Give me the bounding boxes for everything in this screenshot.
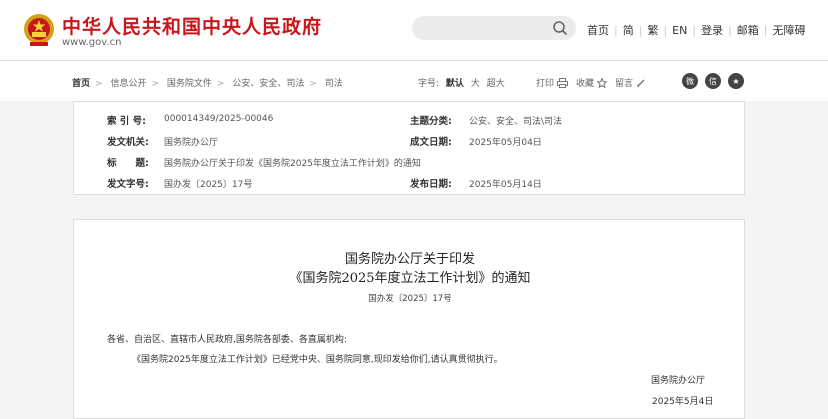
nav-traditional[interactable]: 繁 — [647, 22, 658, 38]
issuer-value: 国务院办公厅 — [164, 138, 219, 148]
document-title-line-1: 国务院办公厅关于印发 — [344, 252, 475, 267]
published-date: 2025年05月14日 — [469, 180, 542, 190]
index-number-label: 索 引 号: — [107, 116, 146, 127]
breadcrumb-public-security[interactable]: 公安、安全、司法 — [232, 79, 304, 89]
breadcrumb-bar: 首页 > 信息公开 > 国务院文件 > 公安、安全、司法 > 司法 字号: 默认 大 超… — [0, 61, 828, 101]
favorite-button[interactable]: 收藏 — [576, 76, 608, 89]
published-date-label: 发布日期: — [410, 179, 452, 190]
document-number: 国办发〔2025〕17号 — [368, 294, 452, 304]
top-nav: 首页 | 简 | 繁 | EN | 登录 | 邮箱 | 无障碍 — [587, 22, 806, 38]
favorite-label: 收藏 — [576, 79, 595, 89]
national-emblem-icon[interactable] — [22, 12, 56, 48]
breadcrumb-info[interactable]: 信息公开 — [110, 79, 146, 89]
font-size-large[interactable]: 大 — [471, 79, 480, 89]
created-date-label: 成文日期: — [410, 137, 452, 148]
signer: 国务院办公厅 — [651, 376, 706, 386]
favorites-star-icon[interactable]: ★ — [728, 73, 744, 89]
star-icon — [597, 77, 608, 88]
site-header: 中华人民共和国中央人民政府 www.gov.cn 首页 | 简 | 繁 | EN | 登… — [0, 0, 828, 61]
font-size-default[interactable]: 默认 — [446, 79, 464, 89]
weibo-icon[interactable]: 微 — [682, 73, 698, 89]
nav-home[interactable]: 首页 — [587, 22, 609, 38]
index-number: 000014349/2025-00046 — [164, 114, 274, 124]
share-links: 微 信 ★ — [682, 73, 751, 89]
comment-button[interactable]: 留言 — [615, 76, 646, 89]
search-icon[interactable] — [552, 20, 568, 36]
nav-accessibility[interactable]: 无障碍 — [773, 22, 806, 38]
created-date: 2025年05月04日 — [469, 138, 542, 148]
site-title[interactable]: 中华人民共和国中央人民政府 — [62, 12, 322, 39]
comment-label: 留言 — [615, 79, 634, 89]
doc-number-label: 发文字号: — [107, 179, 149, 190]
salutation: 各省、自治区、直辖市人民政府,国务院各部委、各直属机构: — [107, 335, 347, 345]
print-label: 打印 — [536, 79, 555, 89]
breadcrumb-home[interactable]: 首页 — [72, 79, 90, 89]
pencil-icon — [636, 78, 645, 87]
breadcrumb-state-council-docs[interactable]: 国务院文件 — [167, 79, 212, 89]
signing-date: 2025年5月4日 — [652, 397, 714, 407]
article-tools: 打印 收藏 留言 — [536, 76, 654, 89]
wechat-icon[interactable]: 信 — [705, 73, 721, 89]
site-url: www.gov.cn — [62, 37, 122, 48]
nav-mail[interactable]: 邮箱 — [737, 22, 759, 38]
breadcrumb: 首页 > 信息公开 > 国务院文件 > 公安、安全、司法 > 司法 — [72, 79, 343, 89]
print-button[interactable]: 打印 — [536, 76, 569, 89]
font-size-xlarge[interactable]: 超大 — [487, 79, 505, 89]
doc-number: 国办发〔2025〕17号 — [164, 180, 253, 190]
font-size-control: 字号: 默认 大 超大 — [418, 76, 509, 89]
title-label: 标 题: — [107, 158, 149, 169]
body-paragraph: 《国务院2025年度立法工作计划》已经党中央、国务院同意,现印发给你们,请认真贯… — [132, 355, 503, 365]
issuer-label: 发文机关: — [107, 137, 149, 148]
category-label: 主题分类: — [410, 116, 452, 127]
document-body: 国务院办公厅关于印发 《国务院2025年度立法工作计划》的通知 国办发〔2025… — [73, 219, 745, 419]
search-input[interactable] — [412, 16, 576, 40]
nav-login[interactable]: 登录 — [701, 22, 723, 38]
nav-simplified[interactable]: 简 — [623, 22, 634, 38]
document-title-line-2: 《国务院2025年度立法工作计划》的通知 — [289, 271, 531, 286]
font-size-label: 字号: — [418, 79, 440, 89]
breadcrumb-judiciary[interactable]: 司法 — [325, 79, 343, 89]
title-value: 国务院办公厅关于印发《国务院2025年度立法工作计划》的通知 — [164, 159, 421, 169]
document-metadata: 索 引 号: 000014349/2025-00046 主题分类: 公安、安全、… — [73, 101, 745, 195]
category-value: 公安、安全、司法\司法 — [469, 117, 563, 127]
nav-english[interactable]: EN — [672, 24, 687, 37]
printer-icon — [557, 77, 569, 88]
